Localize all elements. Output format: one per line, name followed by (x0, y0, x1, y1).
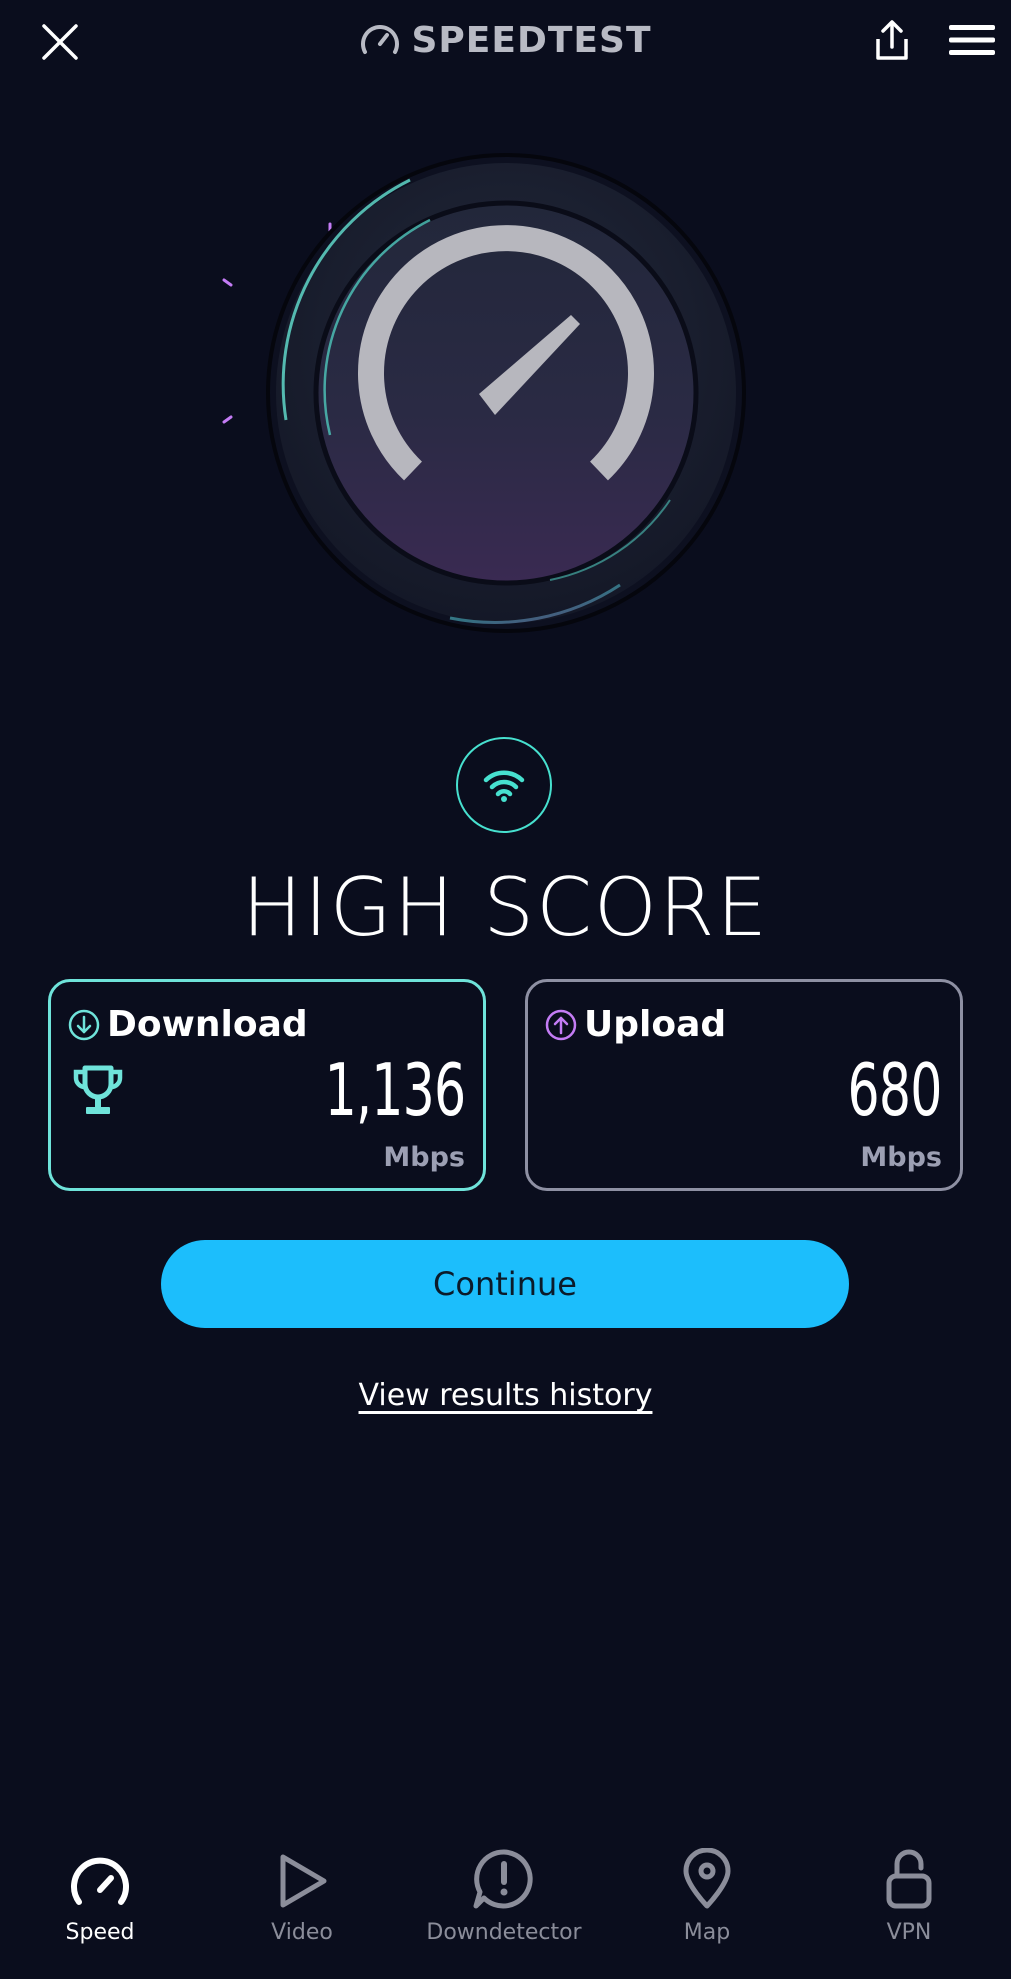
download-value: 1,136 (324, 1048, 465, 1132)
upload-result-card[interactable]: Upload 680 Mbps (525, 979, 963, 1191)
nav-label-downdetector: Downdetector (426, 1920, 582, 1945)
map-pin-icon (683, 1848, 731, 1909)
continue-button[interactable]: Continue (161, 1240, 849, 1328)
nav-item-downdetector[interactable]: Downdetector (404, 1840, 604, 1979)
gauge-graphic (222, 153, 746, 633)
play-icon (280, 1854, 327, 1908)
upload-unit: Mbps (860, 1142, 942, 1173)
nav-label-speed: Speed (65, 1920, 135, 1945)
speed-gauge (200, 140, 760, 660)
wifi-icon (483, 770, 525, 802)
upload-value: 680 (847, 1048, 943, 1132)
share-icon (876, 20, 908, 60)
unlock-icon (886, 1849, 932, 1909)
share-button[interactable] (860, 8, 924, 72)
result-title: HIGH SCORE (241, 861, 770, 954)
menu-button[interactable] (940, 8, 1004, 72)
nav-label-video: Video (271, 1920, 333, 1945)
nav-item-video[interactable]: Video (202, 1840, 402, 1979)
connection-type-badge (456, 737, 552, 833)
nav-item-vpn[interactable]: VPN (809, 1840, 1009, 1979)
nav-item-speed[interactable]: Speed (0, 1840, 200, 1979)
download-unit: Mbps (383, 1142, 465, 1173)
download-arrow-icon (68, 1009, 100, 1040)
hamburger-menu-icon (949, 25, 995, 55)
nav-label-map: Map (683, 1920, 731, 1945)
download-result-card[interactable]: Download 1,136 Mbps (48, 979, 486, 1191)
nav-label-vpn: VPN (886, 1920, 932, 1945)
download-header: Download (67, 1004, 308, 1045)
speedometer-logo-icon (361, 25, 400, 54)
nav-item-map[interactable]: Map (607, 1840, 807, 1979)
brand-title: SPEEDTEST (411, 19, 652, 61)
trophy-icon (73, 1065, 123, 1114)
upload-header: Upload (544, 1004, 726, 1045)
view-results-history-link[interactable]: View results history (0, 1378, 1011, 1428)
upload-label: Upload (584, 1004, 727, 1045)
upload-arrow-icon (545, 1009, 577, 1040)
bottom-navigation: Speed Video Downdetector Map VPN (0, 1840, 1011, 1979)
alert-bubble-icon (473, 1849, 533, 1909)
download-label: Download (107, 1004, 308, 1045)
speedometer-icon (71, 1857, 129, 1905)
